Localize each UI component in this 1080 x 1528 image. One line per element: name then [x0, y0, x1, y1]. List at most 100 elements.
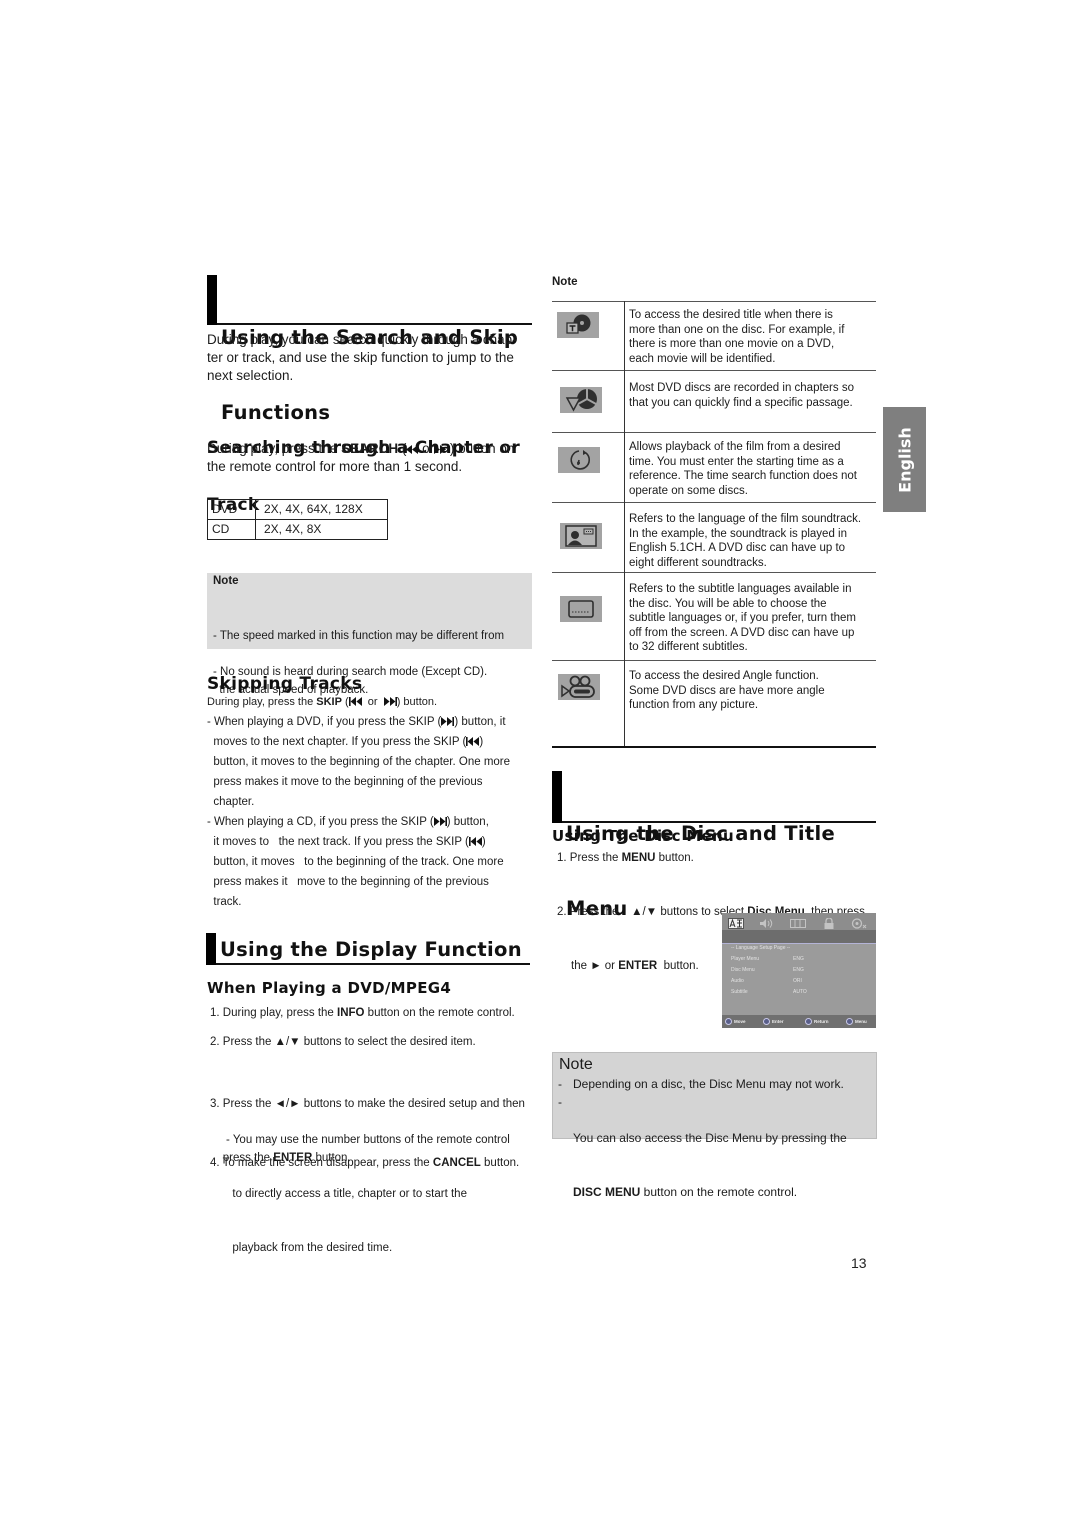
- text-line: Refers to the language of the film sound…: [629, 513, 862, 525]
- note-line: DISC MENU button on the remote control.: [573, 1183, 847, 1201]
- skip-key-label: SKIP: [316, 696, 342, 708]
- move-icon: [725, 1018, 732, 1026]
- text: button on the remote control.: [640, 1185, 798, 1199]
- cancel-key-label: CANCEL: [432, 1157, 481, 1169]
- text: Press the: [569, 852, 622, 864]
- footer-label: Menu: [855, 1019, 867, 1024]
- info-row-angle: To access the desired Angle function. So…: [552, 660, 876, 747]
- page-number: 13: [851, 1255, 867, 1271]
- text: button.: [655, 852, 694, 864]
- text-line: the disc. You will be able to choose the: [629, 597, 827, 610]
- language-tab-label: English: [895, 426, 914, 493]
- text: ): [479, 736, 484, 748]
- text-line: reference. The time search function does…: [629, 470, 858, 482]
- text-line: that you can quickly find a specific pas…: [629, 396, 853, 409]
- info-row-time: Allows playback of the film from a desir…: [552, 432, 876, 503]
- audio-icon: [560, 523, 602, 549]
- menu-row-value: ENG: [793, 956, 804, 962]
- menu-row-label: Audio: [731, 978, 744, 984]
- step-number: 4.: [210, 1157, 223, 1169]
- paragraph-line: the remote control for more than 1 secon…: [207, 459, 463, 474]
- up-down-arrows-icon: ▲/▼: [274, 1036, 301, 1048]
- text: - When playing a DVD, if you press the S…: [207, 716, 442, 728]
- bullet-line: button, it moves to the beginning of the…: [207, 756, 511, 768]
- table-row: DVD 2X, 4X, 64X, 128X: [207, 499, 388, 520]
- angle-icon: [558, 674, 600, 700]
- info-key-label: INFO: [337, 1007, 365, 1019]
- info-row-subtitle: Refers to the subtitle languages availab…: [552, 572, 876, 661]
- bullet-line: moves to the next chapter. If you press …: [207, 732, 537, 752]
- step-number: 1.: [557, 852, 570, 864]
- enter-key-label: ENTER: [618, 960, 658, 972]
- note-item: You can also access the Disc Menu by pre…: [573, 1093, 847, 1237]
- info-row-audio: Refers to the language of the film sound…: [552, 502, 876, 573]
- bullet-line: - When playing a DVD, if you press the S…: [207, 712, 537, 732]
- text: (: [341, 696, 349, 708]
- return-icon: [805, 1018, 812, 1026]
- info-row-text: To access the desired Angle function. So…: [629, 661, 825, 713]
- text: ) button on: [446, 441, 515, 456]
- heading-bar: [206, 933, 216, 965]
- step-number: 2.: [557, 906, 570, 918]
- display-step-1: 1. During play, press the INFO button on…: [210, 1004, 515, 1022]
- note-line: Depending on a disc, the Disc Menu may n…: [573, 1077, 844, 1091]
- skip-prev-icon: [468, 837, 482, 846]
- footer-label: Move: [734, 1019, 746, 1024]
- lock-icon: [821, 916, 835, 929]
- screen-page-title: -- Language Setup Page --: [731, 945, 791, 951]
- text: ) button,: [446, 816, 489, 828]
- speed-cell: 2X, 4X, 8X: [255, 519, 388, 540]
- screen-title-band: [722, 930, 876, 943]
- step-number: 3.: [210, 1098, 223, 1110]
- disc-type-cell: DVD: [207, 499, 256, 520]
- time-icon: [558, 447, 600, 473]
- search-speed-table: DVD 2X, 4X, 64X, 128X CD 2X, 4X, 8X: [207, 499, 388, 540]
- text: or: [601, 960, 619, 972]
- fast-forward-icon: [434, 445, 447, 454]
- title-icon: [557, 312, 599, 338]
- skipping-bullets: - When playing a DVD, if you press the S…: [207, 712, 537, 912]
- text-line: eight different soundtracks.: [629, 556, 767, 569]
- section-heading-display: Using the Display Function: [206, 933, 530, 965]
- speed-cell: 2X, 4X, 64X, 128X: [255, 499, 388, 520]
- text: During play, press the: [207, 696, 317, 708]
- step-number: 2.: [210, 1036, 223, 1048]
- table-row: CD 2X, 4X, 8X: [207, 519, 388, 540]
- disc-menu-step-1: 1. Press the MENU button.: [557, 849, 694, 867]
- text-line: subtitle languages or, if you prefer, tu…: [629, 612, 856, 624]
- info-table-title: Note: [552, 276, 578, 288]
- table-column-divider: [624, 301, 625, 747]
- footer-move: Move: [725, 1018, 746, 1026]
- disc-menu-note-box: Note - Depending on a disc, the Disc Men…: [552, 1052, 877, 1199]
- footer-menu: Menu: [846, 1018, 867, 1026]
- info-row-chapter: Most DVD discs are recorded in chapters …: [552, 370, 876, 433]
- text: Press the: [222, 1036, 275, 1048]
- language-setup-screen: -- Language Setup Page -- Player Menu EN…: [722, 913, 876, 1028]
- screen-footer: Move Enter Return Menu: [722, 1015, 876, 1028]
- searching-paragraph: During play, press the SEARCH ( or ) but…: [207, 440, 537, 476]
- text-line: To access the desired Angle function.: [629, 670, 819, 682]
- bullet-line: - When playing a CD, if you press the SK…: [207, 812, 537, 832]
- text-line: more than one on the disc. For example, …: [629, 323, 845, 336]
- menu-row-label: Disc Menu: [731, 967, 755, 973]
- intro-line: ter or track, and use the skip function …: [207, 350, 514, 365]
- text-line: each movie will be identified.: [629, 352, 776, 365]
- section-heading-disc-menu: Using the Disc and Title Menu: [552, 771, 876, 920]
- text-line: there is more than one movie on a DVD,: [629, 338, 835, 350]
- rewind-icon: [406, 445, 419, 454]
- disc-type-cell: CD: [207, 519, 256, 540]
- setup-tab-bar: [722, 913, 876, 930]
- text: During play, press the: [207, 441, 342, 456]
- footer-enter: Enter: [763, 1018, 784, 1026]
- text-line: to 32 different subtitles.: [629, 641, 748, 653]
- note-dash: -: [558, 1077, 562, 1091]
- info-row-text: To access the desired title when there i…: [629, 302, 844, 366]
- subnote-line: playback from the desired time.: [226, 1242, 393, 1254]
- subheading-skipping-tracks: Skipping Tracks: [207, 674, 363, 694]
- text: Press the: [569, 906, 632, 918]
- search-skip-intro: During play, you can search quickly thro…: [207, 331, 537, 385]
- text: To make the screen disappear, press the: [222, 1157, 433, 1169]
- text: (: [398, 441, 407, 456]
- text-line: To access the desired title when there i…: [629, 309, 833, 321]
- text: button.: [657, 960, 699, 972]
